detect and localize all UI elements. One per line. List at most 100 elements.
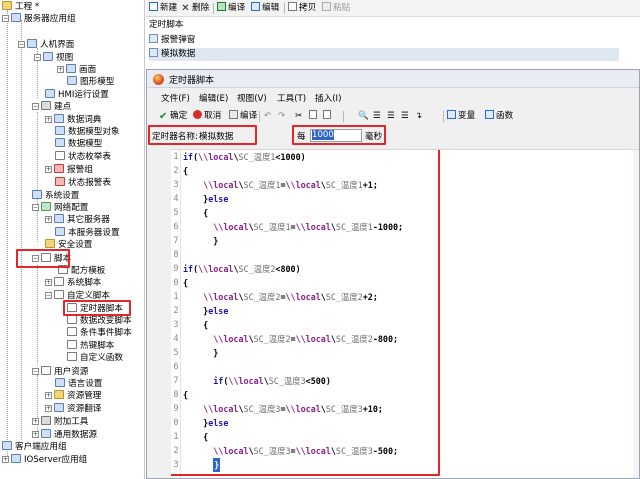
tree-item-hotkey-script[interactable]: 热键脚本 — [67, 340, 114, 352]
tree-item-data-model-objects[interactable]: 数据模型对象 — [55, 126, 120, 138]
menu-view[interactable]: 视图(V) — [237, 92, 267, 104]
tree-item-hmi[interactable]: − 人机界面 — [18, 39, 74, 51]
monitor-icon — [27, 39, 37, 48]
project-icon — [2, 1, 12, 10]
screen-icon — [66, 64, 76, 73]
tree-item-custom-function[interactable]: 自定义函数 — [67, 352, 123, 364]
tree-item-resource-manager[interactable]: + 资源管理 — [45, 390, 101, 402]
expand-icon[interactable]: + — [45, 166, 52, 173]
tree-item-ioserver-group[interactable]: + IOServer应用组 — [2, 454, 87, 466]
project-tree[interactable]: 工程 * − 服务器应用组 − 人机界面 − 视图 + 画面 图形模型 HMI运行设置 … — [0, 0, 145, 479]
collapse-icon[interactable]: − — [18, 41, 25, 48]
expand-icon[interactable]: + — [45, 405, 52, 412]
separator — [343, 111, 344, 122]
alarm-table-icon — [55, 177, 65, 186]
tree-item-server-group[interactable]: − 服务器应用组 — [2, 13, 76, 25]
copy-button[interactable] — [309, 110, 317, 123]
collapse-icon[interactable]: − — [32, 204, 39, 211]
find-button[interactable]: 🔍 — [358, 110, 369, 123]
menu-insert[interactable]: 插入(I) — [315, 92, 341, 104]
collapse-icon[interactable]: − — [32, 368, 39, 375]
undo-button[interactable]: ↶ — [264, 110, 271, 123]
function-icon — [485, 110, 494, 119]
tree-item-project[interactable]: 工程 * — [2, 1, 39, 13]
separator — [443, 111, 444, 122]
expand-icon[interactable]: + — [45, 392, 52, 399]
cancel-button[interactable]: 取消 — [193, 110, 221, 123]
cut-button[interactable]: ✂ — [295, 110, 302, 123]
tree-item-data-change-script[interactable]: 数据改变脚本 — [67, 315, 132, 327]
tree-item-user-resources[interactable]: − 用户资源 — [32, 366, 88, 378]
list-header: 定时脚本 — [149, 20, 184, 30]
tree-item-views[interactable]: − 视图 — [34, 52, 73, 64]
edit-button[interactable]: 编辑 — [251, 2, 279, 15]
outdent-button[interactable]: ☰ — [387, 110, 395, 123]
compile-button[interactable]: 编译 — [229, 110, 257, 123]
tree-item-data-model[interactable]: 数据模型 — [55, 138, 102, 150]
tree-item-points[interactable]: − 建点 — [32, 101, 71, 113]
check-icon: ✔ — [159, 111, 168, 122]
tree-item-screens[interactable]: + 画面 — [57, 64, 96, 76]
expand-icon[interactable]: + — [45, 216, 52, 223]
highlight-scripts — [16, 249, 70, 268]
indent-button[interactable]: ☰ — [373, 110, 381, 123]
menu-edit[interactable]: 编辑(E) — [199, 92, 228, 104]
compile-button[interactable]: 编译 — [217, 2, 245, 15]
new-button[interactable]: 新建 — [149, 2, 177, 15]
ioserver-icon — [11, 454, 21, 463]
paste-button[interactable]: 粘贴 — [322, 2, 350, 15]
tree-item-state-alarm[interactable]: 状态报警表 — [55, 177, 111, 189]
ok-button[interactable]: ✔ 确定 — [159, 110, 187, 123]
tree-item-hmi-runtime[interactable]: HMI运行设置 — [45, 89, 109, 101]
model-icon — [67, 76, 77, 85]
view-icon — [43, 52, 53, 61]
tree-item-other-servers[interactable]: + 其它服务器 — [45, 214, 110, 226]
collapse-icon[interactable]: − — [2, 15, 9, 22]
comment-button[interactable]: ☰ — [401, 110, 409, 123]
menu-file[interactable]: 文件(F) — [161, 92, 190, 104]
tree-item-system-script[interactable]: + 系统脚本 — [45, 277, 101, 289]
tree-item-data-source[interactable]: + 通用数据源 — [32, 429, 97, 441]
cancel-icon — [193, 110, 202, 119]
tree-item-resource-translate[interactable]: + 资源翻译 — [45, 403, 101, 415]
expand-icon[interactable]: + — [45, 116, 52, 123]
server-icon — [11, 13, 21, 22]
script-list[interactable]: 定时脚本 报警弹窗 模拟数据 — [146, 17, 640, 69]
language-icon — [55, 378, 65, 387]
list-item[interactable]: 报警弹窗 — [149, 34, 195, 47]
collapse-icon[interactable]: − — [45, 292, 52, 299]
tree-item-condition-script[interactable]: 条件事件脚本 — [67, 327, 132, 339]
delete-button[interactable]: ✕ 删除 — [181, 2, 209, 15]
expand-icon[interactable]: + — [45, 279, 52, 286]
function-button[interactable]: 函数 — [485, 110, 513, 123]
data-change-icon — [67, 315, 77, 324]
tree-item-system-settings[interactable]: 系统设置 — [32, 190, 79, 202]
collapse-icon[interactable]: − — [32, 103, 39, 110]
tree-item-alarm-group[interactable]: + 报警组 — [45, 164, 93, 176]
expand-icon[interactable]: + — [2, 456, 9, 463]
dictionary-icon — [54, 114, 64, 123]
code-editor[interactable]: 12345678901234567890123 if(\\local\SC_温度… — [171, 149, 639, 478]
wrap-button[interactable]: ↴ — [415, 110, 422, 123]
menu-tools[interactable]: 工具(T) — [277, 92, 306, 104]
paste-button[interactable] — [323, 110, 331, 123]
tree-item-data-dictionary[interactable]: + 数据词典 — [45, 114, 101, 126]
redo-button[interactable]: ↷ — [278, 110, 285, 123]
expand-icon[interactable]: + — [32, 431, 39, 438]
copy-button[interactable]: 拷贝 — [288, 2, 316, 15]
vertical-scrollbar[interactable] — [633, 150, 639, 478]
tree-item-this-server[interactable]: 本服务器设置 — [55, 227, 120, 239]
tree-item-client-group[interactable]: 客户端应用组 — [2, 441, 67, 453]
tree-item-language[interactable]: 语言设置 — [55, 378, 102, 390]
expand-icon[interactable]: + — [32, 418, 39, 425]
expand-icon[interactable]: + — [57, 66, 64, 73]
tree-item-graphic-models[interactable]: 图形模型 — [67, 76, 114, 88]
collapse-icon[interactable]: − — [34, 54, 41, 61]
tree-item-state-enum[interactable]: 状态枚举表 — [55, 151, 111, 163]
server-settings-icon — [55, 227, 65, 236]
variable-button[interactable]: 变量 — [447, 110, 475, 123]
dialog-titlebar[interactable]: 定时器脚本 — [147, 70, 639, 88]
tree-item-addons[interactable]: + 附加工具 — [32, 416, 88, 428]
list-item[interactable]: 模拟数据 — [149, 48, 619, 61]
tree-item-network[interactable]: − 网络配置 — [32, 202, 88, 214]
